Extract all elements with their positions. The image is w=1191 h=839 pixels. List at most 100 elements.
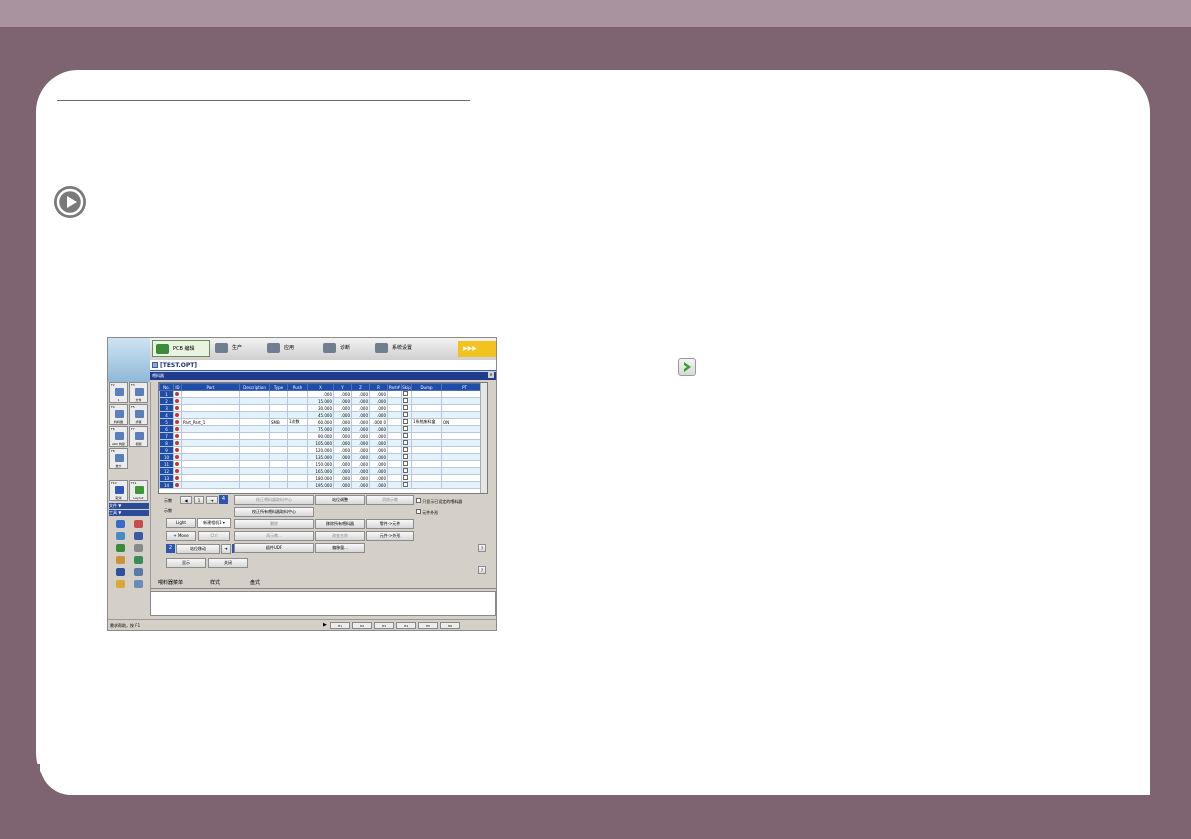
tool-icon[interactable]	[134, 532, 143, 540]
skip-checkbox[interactable]	[403, 426, 408, 431]
delete-button[interactable]: 删除	[234, 519, 314, 529]
table-row[interactable]: 2 15.000.000.000.000	[159, 397, 487, 405]
table-cell[interactable]	[401, 418, 412, 426]
col-header[interactable]: Type	[269, 383, 288, 391]
system-settings-button[interactable]: 系统设置	[372, 340, 434, 357]
apply-button[interactable]: 应用	[264, 340, 312, 357]
table-scrollbar[interactable]	[480, 383, 487, 493]
col-header[interactable]: R	[369, 383, 388, 391]
step-box[interactable]: 1	[194, 496, 204, 504]
table-row[interactable]: 4 45.000.000.000.000	[159, 411, 487, 419]
table-cell[interactable]	[401, 411, 412, 419]
tool-icon[interactable]	[134, 580, 143, 588]
outer-comp-checkbox[interactable]	[416, 509, 421, 514]
h5-button[interactable]: H5	[418, 622, 438, 629]
table-row[interactable]: 14 195.000.000.000.000	[159, 481, 487, 489]
skip-checkbox[interactable]	[403, 461, 408, 466]
skip-checkbox[interactable]	[403, 468, 408, 473]
tab-feeder-menu[interactable]: 喂料器菜单	[158, 578, 183, 588]
f7-key[interactable]: F7 视频	[129, 426, 148, 447]
skip-checkbox[interactable]	[403, 405, 408, 410]
h6-button[interactable]: H6	[440, 622, 460, 629]
station-move-button[interactable]: 站位移动	[176, 544, 220, 554]
table-row[interactable]: 3 30.000.000.000.000	[159, 404, 487, 412]
table-cell[interactable]	[401, 460, 412, 468]
f2-key[interactable]: F2 1	[109, 382, 128, 403]
table-row[interactable]: 7 90.000.000.000.000	[159, 432, 487, 440]
col-header[interactable]: Z	[351, 383, 370, 391]
table-cell[interactable]	[401, 397, 412, 405]
next-arrow-button[interactable]: ➜	[206, 496, 218, 504]
home-icon[interactable]	[116, 520, 125, 528]
tab-tray[interactable]: 盘式	[250, 578, 260, 588]
h2-button[interactable]: H2	[352, 622, 372, 629]
col-header[interactable]: ID	[173, 383, 182, 391]
col-header[interactable]: Part	[181, 383, 240, 391]
skip-checkbox[interactable]	[403, 482, 408, 487]
tools-menu[interactable]: 工具 ▼	[109, 510, 149, 516]
table-cell[interactable]	[401, 467, 412, 475]
skip-checkbox[interactable]	[403, 475, 408, 480]
tool-icon[interactable]	[116, 532, 125, 540]
help-button[interactable]: ?	[478, 544, 486, 552]
skip-checkbox[interactable]	[403, 447, 408, 452]
redisplay-button[interactable]: 再示教...	[234, 531, 314, 541]
table-cell[interactable]	[401, 439, 412, 447]
production-button[interactable]: 生产	[212, 340, 260, 357]
table-cell[interactable]	[401, 390, 412, 398]
station-move-arrow[interactable]: ➜	[221, 544, 231, 554]
h3-button[interactable]: H3	[374, 622, 394, 629]
cancel-mark-button[interactable]: 消除示教	[366, 495, 414, 505]
change-name-button[interactable]: 改变名称	[315, 531, 365, 541]
table-cell[interactable]	[401, 481, 412, 489]
skip-checkbox[interactable]	[403, 454, 408, 459]
tool-icon[interactable]	[134, 556, 143, 564]
table-row[interactable]: 5 Part_Part_1 SMB 1次数 60.000.000.000.000 0 1系…	[159, 418, 487, 426]
table-cell[interactable]	[401, 453, 412, 461]
table-row[interactable]: 9 120.000.000.000.000	[159, 446, 487, 454]
col-header[interactable]: Push	[287, 383, 308, 391]
f3-key[interactable]: F3 文件	[129, 382, 148, 403]
show-set-only-checkbox[interactable]	[416, 498, 421, 503]
f10-key[interactable]: F10 取消	[109, 480, 128, 501]
delete-all-button[interactable]: 移除所有喂料器	[315, 519, 365, 529]
col-header[interactable]: No.	[159, 383, 174, 391]
comp-to-shape-button[interactable]: 元件->外形	[366, 531, 414, 541]
file-menu[interactable]: 文件 ▼	[109, 503, 149, 509]
set-center-button[interactable]: 校正喂料器取料中心	[234, 495, 314, 505]
outer-comp-option[interactable]: 元件外形	[416, 509, 438, 516]
diagnose-button[interactable]: 诊断	[320, 340, 368, 357]
close-icon[interactable]: ✕	[488, 372, 494, 378]
f4-key[interactable]: F4 料料器	[109, 404, 128, 425]
pcb-edit-button[interactable]: PCB 编辑	[152, 340, 210, 357]
comp-to-part-button[interactable]: 零件->元件	[366, 519, 414, 529]
table-cell[interactable]	[401, 404, 412, 412]
table-row[interactable]: 13 180.000.000.000.000	[159, 474, 487, 482]
col-header[interactable]: Dump	[411, 383, 442, 391]
tool-icon[interactable]	[116, 556, 125, 564]
tool-icon[interactable]	[116, 544, 125, 552]
table-row[interactable]: 12 165.000.000.000.000	[159, 467, 487, 475]
help-button-2[interactable]: ?	[478, 566, 486, 574]
f8-key[interactable]: F8 放大	[109, 448, 128, 469]
h4-button[interactable]: H4	[396, 622, 416, 629]
table-row[interactable]: 11 150.000.000.000.000	[159, 460, 487, 468]
skip-checkbox[interactable]	[403, 398, 408, 403]
tool-icon[interactable]	[134, 544, 143, 552]
col-header[interactable]: Y	[333, 383, 352, 391]
tool-icon[interactable]	[134, 520, 143, 528]
skip-checkbox[interactable]	[403, 440, 408, 445]
table-cell[interactable]	[401, 425, 412, 433]
close-button[interactable]: 关闭	[208, 558, 248, 568]
f5-key[interactable]: F5 步骤	[129, 404, 148, 425]
table-cell[interactable]	[401, 446, 412, 454]
light-button[interactable]: Light	[166, 518, 196, 528]
col-header[interactable]: X	[307, 383, 334, 391]
mount-offset-button[interactable]: 偏移量...	[315, 543, 365, 553]
table-cell[interactable]	[401, 432, 412, 440]
h1-button[interactable]: H1	[330, 622, 350, 629]
col-header[interactable]: Description	[239, 383, 270, 391]
prev-arrow-button[interactable]: ◀	[180, 496, 192, 504]
show-button[interactable]: 显示	[166, 558, 206, 568]
set-all-center-button[interactable]: 校正所有喂料器取料中心	[234, 507, 314, 517]
